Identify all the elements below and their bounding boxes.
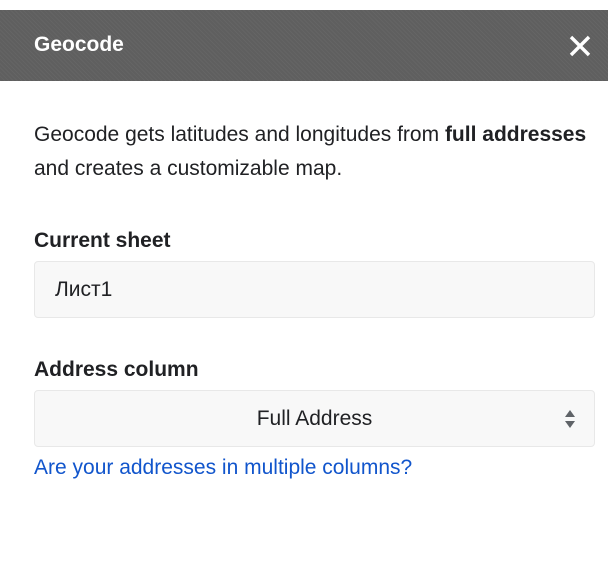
multi-column-link[interactable]: Are your addresses in multiple columns? xyxy=(34,455,412,481)
dialog-header: Geocode xyxy=(0,10,608,81)
select-arrows-icon xyxy=(565,410,575,428)
dialog-title: Geocode xyxy=(34,33,124,56)
address-column-select[interactable]: Full Address xyxy=(34,390,595,447)
current-sheet-field: Лист1 xyxy=(34,261,595,318)
address-column-selected-value: Full Address xyxy=(256,406,373,430)
close-button[interactable] xyxy=(562,28,598,64)
intro-text: Geocode gets latitudes and longitudes fr… xyxy=(34,118,594,186)
intro-text-after: and creates a customizable map. xyxy=(34,157,343,180)
intro-bold-text: full addresses xyxy=(444,123,587,146)
close-icon xyxy=(569,35,591,57)
current-sheet-value: Лист1 xyxy=(55,277,113,301)
intro-text-before: Geocode gets latitudes and longitudes fr… xyxy=(34,123,445,146)
current-sheet-label: Current sheet xyxy=(34,229,171,252)
address-column-label: Address column xyxy=(34,358,199,381)
